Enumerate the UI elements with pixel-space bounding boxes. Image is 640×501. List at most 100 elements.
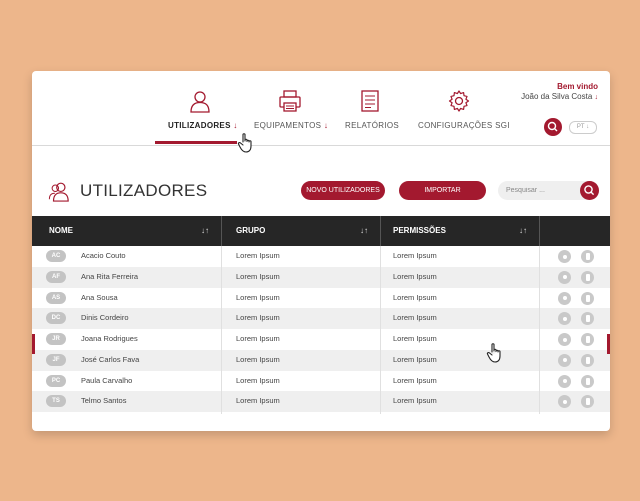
search-field bbox=[498, 181, 599, 200]
cell-group: Lorem Ipsum bbox=[236, 396, 280, 406]
top-navigation: UTILIZADORES ↓ EQUIPAMENTOS ↓ RELATÓRIOS bbox=[32, 71, 610, 146]
nav-label: UTILIZADORES bbox=[168, 121, 231, 130]
column-divider bbox=[539, 216, 540, 246]
cell-group: Lorem Ipsum bbox=[236, 334, 280, 343]
avatar: JF bbox=[46, 353, 66, 366]
column-label: NOME bbox=[49, 226, 73, 235]
user-name: João da Silva Costa bbox=[521, 92, 593, 101]
search-icon bbox=[547, 121, 558, 132]
column-divider bbox=[221, 216, 222, 246]
gear-icon bbox=[448, 90, 470, 112]
nav-item-equipamentos[interactable]: EQUIPAMENTOS ↓ bbox=[254, 89, 329, 145]
table-row[interactable]: PC Paula Carvalho Lorem Ipsum Lorem Ipsum bbox=[32, 371, 610, 392]
cell-group: Lorem Ipsum bbox=[236, 292, 280, 302]
view-icon[interactable] bbox=[558, 312, 571, 326]
import-button[interactable]: IMPORTAR bbox=[399, 181, 486, 200]
cell-group: Lorem Ipsum bbox=[236, 251, 280, 260]
cell-name: José Carlos Fava bbox=[81, 354, 140, 364]
nav-label: RELATÓRIOS bbox=[345, 121, 399, 130]
cell-permissions: Lorem Ipsum bbox=[393, 251, 437, 260]
trash-icon[interactable] bbox=[581, 250, 594, 263]
cell-name: Joana Rodrigues bbox=[81, 334, 138, 343]
sort-icon[interactable]: ↓↑ bbox=[201, 216, 209, 246]
column-divider bbox=[380, 246, 381, 414]
row-highlight-marker-right bbox=[607, 334, 610, 354]
column-divider bbox=[539, 246, 540, 414]
table-row[interactable]: AF Ana Rita Ferreira Lorem Ipsum Lorem Ipsu… bbox=[32, 266, 610, 288]
nav-search-button[interactable] bbox=[544, 118, 562, 136]
sort-icon[interactable]: ↓↑ bbox=[360, 216, 368, 246]
view-icon[interactable] bbox=[558, 291, 571, 305]
table-row[interactable]: TS Telmo Santos Lorem Ipsum Lorem Ipsum bbox=[32, 391, 610, 412]
table-header: NOME ↓↑ GRUPO ↓↑ PERMISSÕES ↓↑ bbox=[32, 216, 610, 246]
search-input[interactable] bbox=[506, 185, 576, 196]
welcome-text: Bem vindo bbox=[557, 82, 598, 91]
table-row[interactable]: AC Acacio Couto Lorem Ipsum Lorem Ipsum bbox=[32, 246, 610, 267]
cell-permissions: Lorem Ipsum bbox=[393, 334, 437, 343]
view-icon[interactable] bbox=[558, 395, 571, 409]
table-row[interactable]: AS Ana Sousa Lorem Ipsum Lorem Ipsum bbox=[32, 288, 610, 309]
avatar: DC bbox=[46, 312, 66, 325]
column-header-permissoes[interactable]: PERMISSÕES ↓↑ bbox=[393, 216, 539, 246]
nav-label: EQUIPAMENTOS bbox=[254, 121, 322, 130]
view-icon[interactable] bbox=[558, 374, 571, 388]
cell-group: Lorem Ipsum bbox=[236, 313, 280, 323]
view-icon[interactable] bbox=[558, 353, 571, 367]
avatar: AS bbox=[46, 291, 66, 304]
table-body: AC Acacio Couto Lorem Ipsum Lorem Ipsum AF An… bbox=[32, 246, 610, 412]
language-selector[interactable]: PT ↓ bbox=[569, 121, 597, 134]
nav-item-utilizadores[interactable]: UTILIZADORES ↓ bbox=[168, 89, 237, 145]
cell-permissions: Lorem Ipsum bbox=[393, 292, 437, 302]
chevron-down-icon: ↓ bbox=[323, 121, 329, 130]
nav-item-relatorios[interactable]: RELATÓRIOS bbox=[345, 89, 399, 145]
search-button[interactable] bbox=[580, 181, 599, 200]
app-window: UTILIZADORES ↓ EQUIPAMENTOS ↓ RELATÓRIOS bbox=[32, 71, 610, 431]
column-divider bbox=[221, 246, 222, 414]
cell-group: Lorem Ipsum bbox=[236, 375, 280, 385]
avatar: JR bbox=[46, 333, 66, 345]
cell-name: Ana Sousa bbox=[81, 292, 118, 302]
cell-name: Acacio Couto bbox=[81, 251, 126, 260]
active-tab-indicator bbox=[155, 141, 237, 144]
view-icon[interactable] bbox=[558, 333, 571, 346]
page-title: UTILIZADORES bbox=[80, 181, 208, 200]
column-divider bbox=[380, 216, 381, 246]
table-row[interactable]: DC Dinis Cordeiro Lorem Ipsum Lorem Ipsum bbox=[32, 308, 610, 329]
trash-icon[interactable] bbox=[581, 395, 594, 409]
search-icon bbox=[584, 185, 595, 196]
table-row[interactable]: JF José Carlos Fava Lorem Ipsum Lorem Ipsum bbox=[32, 349, 610, 371]
avatar: PC bbox=[46, 374, 66, 387]
trash-icon[interactable] bbox=[581, 353, 594, 367]
avatar: TS bbox=[46, 395, 66, 408]
column-header-nome[interactable]: NOME ↓↑ bbox=[49, 216, 221, 246]
cell-name: Dinis Cordeiro bbox=[81, 313, 129, 323]
trash-icon[interactable] bbox=[581, 333, 594, 346]
view-icon[interactable] bbox=[558, 270, 571, 284]
trash-icon[interactable] bbox=[581, 374, 594, 388]
new-user-button[interactable]: NOVO UTILIZADORES bbox=[301, 181, 385, 200]
users-icon bbox=[48, 182, 69, 202]
user-menu[interactable]: Bem vindo João da Silva Costa ↓ bbox=[521, 82, 598, 101]
nav-item-configuracoes[interactable]: CONFIGURAÇÕES SGI bbox=[418, 89, 509, 145]
avatar: AC bbox=[46, 250, 66, 262]
view-icon[interactable] bbox=[558, 250, 571, 263]
sort-icon[interactable]: ↓↑ bbox=[519, 216, 527, 246]
cell-name: Paula Carvalho bbox=[81, 375, 133, 385]
chevron-down-icon: ↓ bbox=[594, 94, 599, 101]
cell-permissions: Lorem Ipsum bbox=[393, 375, 437, 385]
column-label: GRUPO bbox=[236, 226, 266, 235]
cell-permissions: Lorem Ipsum bbox=[393, 313, 437, 323]
table-row[interactable]: JR Joana Rodrigues Lorem Ipsum Lorem Ipsum bbox=[32, 329, 610, 350]
printer-icon bbox=[279, 90, 301, 112]
row-highlight-marker-left bbox=[32, 334, 35, 354]
cell-group: Lorem Ipsum bbox=[236, 271, 280, 281]
user-icon bbox=[190, 91, 210, 113]
column-header-grupo[interactable]: GRUPO ↓↑ bbox=[236, 216, 380, 246]
cell-permissions: Lorem Ipsum bbox=[393, 354, 437, 364]
chevron-down-icon: ↓ bbox=[233, 121, 238, 130]
cell-name: Ana Rita Ferreira bbox=[81, 271, 139, 281]
trash-icon[interactable] bbox=[581, 291, 594, 305]
trash-icon[interactable] bbox=[581, 270, 594, 284]
cell-group: Lorem Ipsum bbox=[236, 354, 280, 364]
trash-icon[interactable] bbox=[581, 312, 594, 326]
